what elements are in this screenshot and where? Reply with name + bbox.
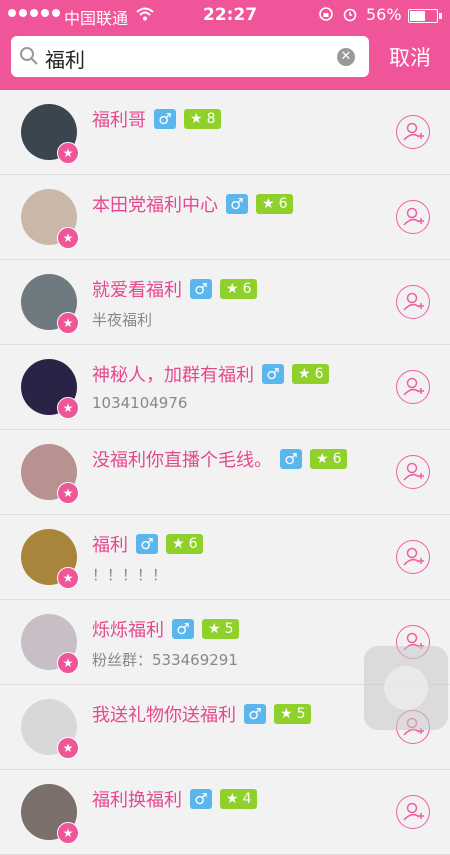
level-badge: ★ 6 <box>256 194 294 214</box>
clock: 22:27 <box>203 5 258 25</box>
add-user-icon <box>403 462 424 481</box>
star-badge-icon: ★ <box>57 312 79 334</box>
star-badge-icon: ★ <box>57 652 79 674</box>
level-badge: ★ 5 <box>202 619 240 639</box>
list-item[interactable]: ★ 就爱看福利 ♂ ★ 6 半夜福利 <box>0 260 450 345</box>
male-icon: ♂ <box>172 619 194 639</box>
list-item[interactable]: ★ 福利换福利 ♂ ★ 4 <box>0 770 450 855</box>
add-user-icon <box>403 547 424 566</box>
level-badge: ★ 6 <box>220 279 258 299</box>
star-icon: ★ <box>226 281 239 297</box>
user-subtitle: 粉丝群：533469291 <box>92 651 238 669</box>
user-name: 福利 <box>92 535 128 556</box>
rotation-lock-icon <box>318 6 334 26</box>
star-badge-icon: ★ <box>57 227 79 249</box>
add-user-icon <box>403 122 424 141</box>
battery-percent: 56% <box>366 5 402 24</box>
follow-user-button[interactable] <box>396 795 430 829</box>
star-badge-icon: ★ <box>57 567 79 589</box>
male-icon: ♂ <box>226 194 248 214</box>
star-icon: ★ <box>262 196 275 212</box>
list-item[interactable]: ★ 神秘人，加群有福利 ♂ ★ 6 1034104976 <box>0 345 450 430</box>
add-user-icon <box>403 377 424 396</box>
level-badge: ★ 4 <box>220 789 258 809</box>
star-badge-icon: ★ <box>57 482 79 504</box>
star-icon: ★ <box>208 621 221 637</box>
star-icon: ★ <box>298 366 311 382</box>
follow-user-button[interactable] <box>396 540 430 574</box>
male-icon: ♂ <box>280 449 302 469</box>
user-name: 福利换福利 <box>92 790 182 811</box>
star-icon: ★ <box>316 451 329 467</box>
carrier-label: 中国联通 <box>64 9 129 28</box>
search-input[interactable]: 福利 ✕ <box>11 36 369 77</box>
follow-user-button[interactable] <box>396 200 430 234</box>
star-badge-icon: ★ <box>57 737 79 759</box>
user-name: 烁烁福利 <box>92 620 164 641</box>
follow-user-button[interactable] <box>396 455 430 489</box>
search-icon <box>19 46 39 70</box>
top-bar: 中国联通 22:27 56% 福利 ✕ 取消 <box>0 0 450 90</box>
male-icon: ♂ <box>154 109 176 129</box>
star-icon: ★ <box>280 706 293 722</box>
follow-user-button[interactable] <box>396 285 430 319</box>
user-subtitle: 半夜福利 <box>92 311 153 329</box>
signal-strength-icon <box>8 9 60 17</box>
male-icon: ♂ <box>244 704 266 724</box>
level-badge: ★ 6 <box>166 534 204 554</box>
list-item[interactable]: ★ 没福利你直播个毛线。 ♂ ★ 6 <box>0 430 450 515</box>
search-query[interactable]: 福利 <box>45 44 85 73</box>
level-badge: ★ 6 <box>292 364 330 384</box>
user-subtitle: ！！！！！ <box>92 566 168 584</box>
user-name: 福利哥 <box>92 110 146 131</box>
add-user-icon <box>403 207 424 226</box>
follow-user-button[interactable] <box>396 115 430 149</box>
star-badge-icon: ★ <box>57 397 79 419</box>
add-user-icon <box>403 802 424 821</box>
user-name: 我送礼物你送福利 <box>92 705 236 726</box>
male-icon: ♂ <box>190 279 212 299</box>
battery-icon <box>408 9 442 23</box>
user-name: 就爱看福利 <box>92 280 182 301</box>
cancel-button[interactable]: 取消 <box>389 42 431 72</box>
user-subtitle: 1034104976 <box>92 394 188 412</box>
follow-user-button[interactable] <box>396 370 430 404</box>
star-badge-icon: ★ <box>57 142 79 164</box>
user-name: 神秘人，加群有福利 <box>92 365 254 386</box>
star-icon: ★ <box>226 791 239 807</box>
male-icon: ♂ <box>190 789 212 809</box>
user-name: 本田党福利中心 <box>92 195 218 216</box>
star-icon: ★ <box>172 536 185 552</box>
level-badge: ★ 6 <box>310 449 348 469</box>
star-icon: ★ <box>190 111 203 127</box>
clear-icon[interactable]: ✕ <box>337 48 355 66</box>
list-item[interactable]: ★ 本田党福利中心 ♂ ★ 6 <box>0 175 450 260</box>
list-item[interactable]: ★ 福利 ♂ ★ 6 ！！！！！ <box>0 515 450 600</box>
list-item[interactable]: ★ 福利哥 ♂ ★ 8 <box>0 90 450 175</box>
wifi-icon <box>136 6 154 25</box>
add-user-icon <box>403 292 424 311</box>
search-results-list: ★ 福利哥 ♂ ★ 8 ★ 本田党福利中心 ♂ ★ 6 ★ 就爱看福利 ♂ ★ 6 <box>0 90 450 855</box>
male-icon: ♂ <box>136 534 158 554</box>
status-bar: 中国联通 22:27 56% <box>0 0 450 30</box>
level-badge: ★ 5 <box>274 704 312 724</box>
assistive-touch-button[interactable] <box>364 646 448 730</box>
star-badge-icon: ★ <box>57 822 79 844</box>
alarm-icon <box>342 6 358 26</box>
user-name: 没福利你直播个毛线。 <box>92 450 272 471</box>
male-icon: ♂ <box>262 364 284 384</box>
level-badge: ★ 8 <box>184 109 222 129</box>
